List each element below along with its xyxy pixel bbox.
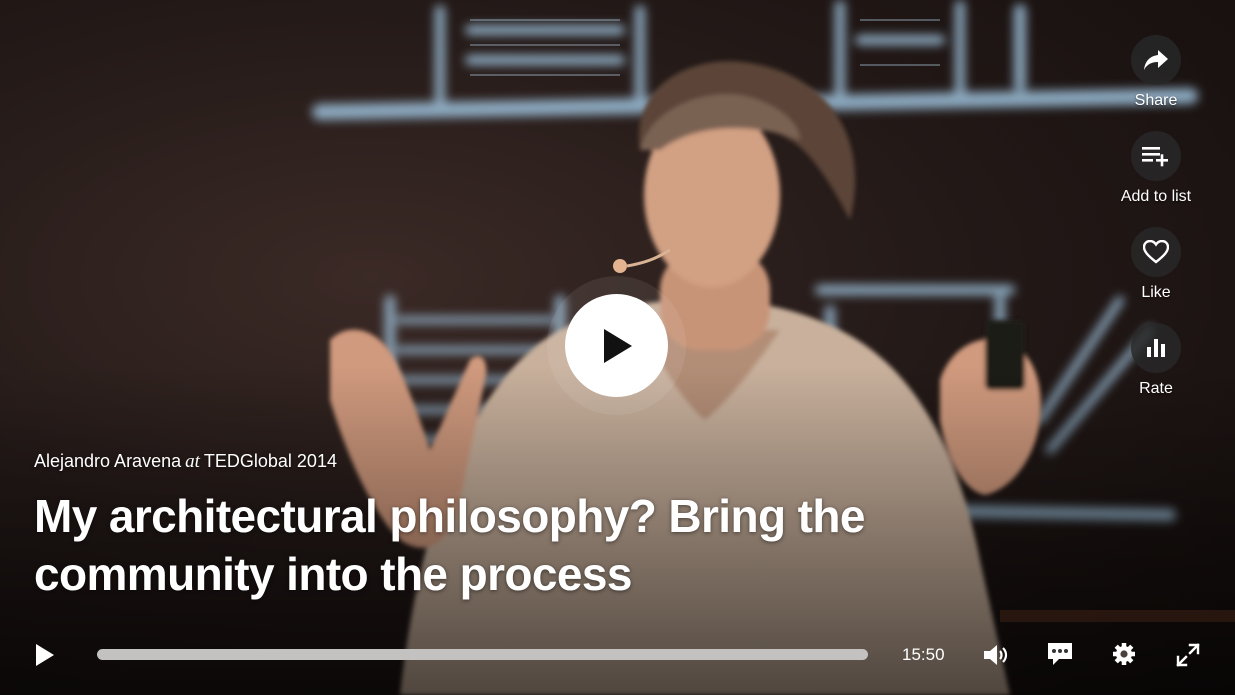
talk-byline: Alejandro Aravena at TEDGlobal 2014 [34, 451, 337, 473]
gear-icon [1113, 643, 1135, 665]
progress-bar[interactable] [97, 649, 868, 660]
captions-button[interactable] [1045, 640, 1075, 668]
playlist-add-icon [1131, 131, 1181, 181]
add-to-list-label: Add to list [1120, 188, 1192, 205]
bar-chart-icon [1131, 323, 1181, 373]
duration-time: 15:50 [902, 645, 945, 664]
byline-at: at [185, 451, 200, 472]
volume-button[interactable] [981, 642, 1011, 668]
volume-icon [984, 645, 1008, 665]
talk-actions: Share Add to list Like Rate [1106, 35, 1206, 419]
play-icon [603, 328, 632, 363]
share-button[interactable]: Share [1106, 35, 1206, 131]
speaker-name: Alejandro Aravena [34, 451, 182, 471]
video-player[interactable]: Share Add to list Like Rate Alejandro Ar… [0, 0, 1235, 695]
big-play-button[interactable] [565, 294, 668, 397]
event-name: TEDGlobal 2014 [203, 451, 337, 471]
fullscreen-icon [1176, 643, 1200, 667]
play-button[interactable] [30, 640, 60, 670]
like-label: Like [1141, 284, 1171, 301]
heart-icon [1131, 227, 1181, 277]
fullscreen-button[interactable] [1174, 641, 1202, 669]
add-to-list-button[interactable]: Add to list [1106, 131, 1206, 227]
rate-button[interactable]: Rate [1106, 323, 1206, 419]
settings-button[interactable] [1110, 640, 1138, 668]
play-icon [36, 644, 54, 666]
talk-title: My architectural philosophy? Bring the c… [34, 490, 865, 600]
share-label: Share [1134, 92, 1178, 109]
rate-label: Rate [1139, 380, 1173, 397]
share-icon [1131, 35, 1181, 85]
captions-icon [1048, 643, 1072, 665]
like-button[interactable]: Like [1106, 227, 1206, 323]
player-controls: 15:50 [0, 630, 1235, 680]
